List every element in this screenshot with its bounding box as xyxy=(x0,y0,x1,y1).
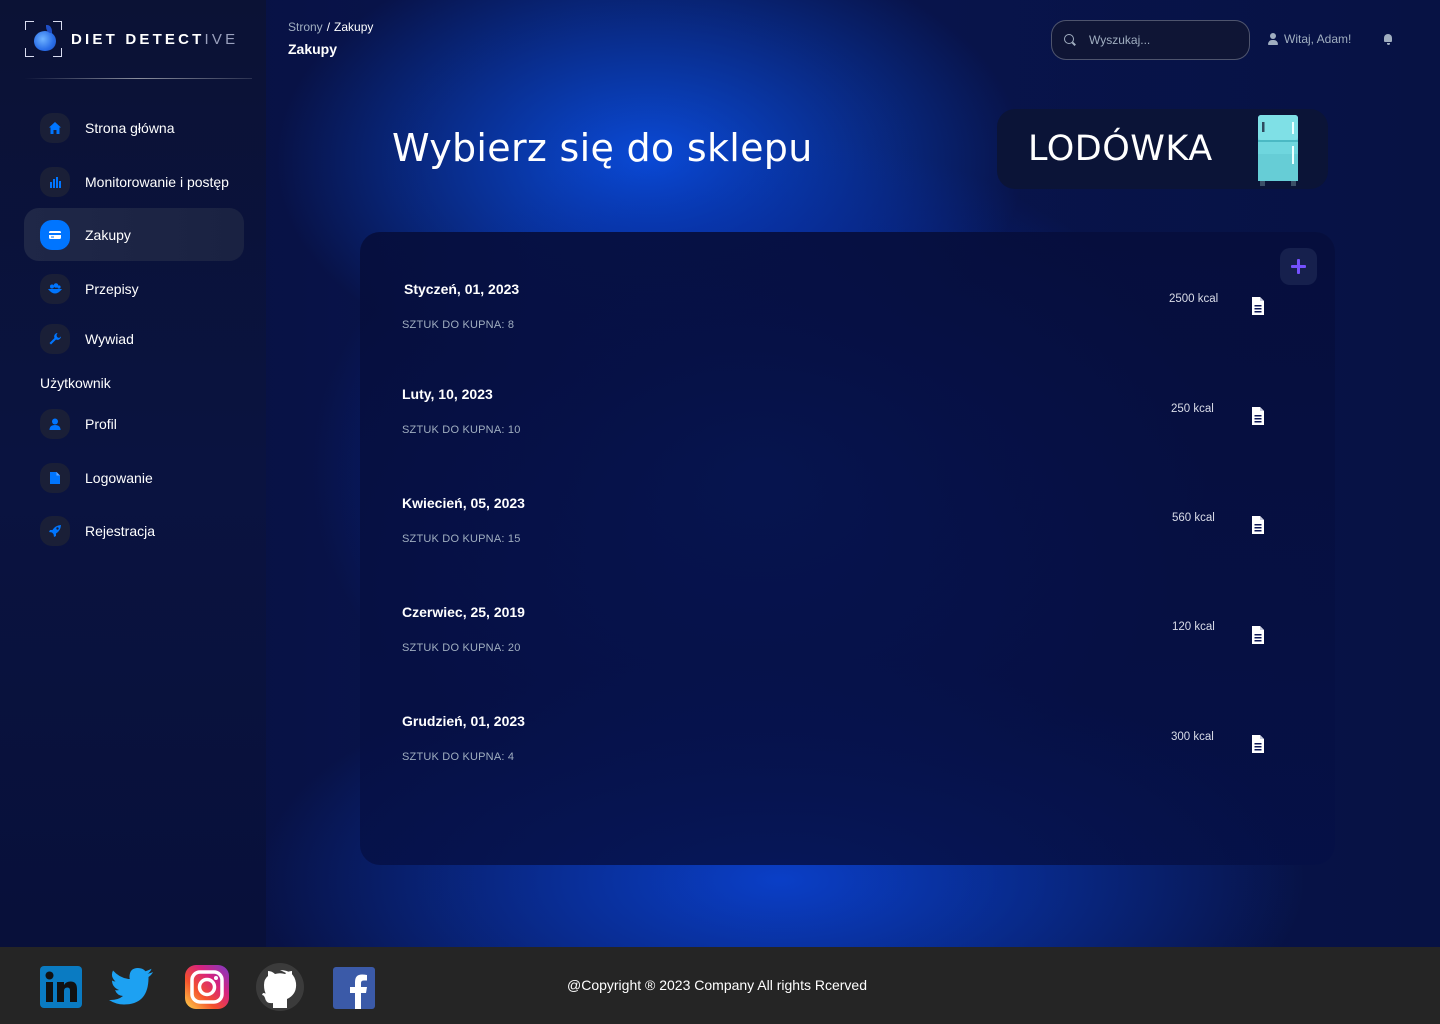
list-item-date: Grudzień, 01, 2023 xyxy=(402,713,525,729)
list-item[interactable]: Kwiecień, 05, 2023 SZTUK DO KUPNA: 15 56… xyxy=(402,495,1282,575)
sidebar-item-register[interactable]: Rejestracja xyxy=(24,504,244,557)
apple-logo-icon xyxy=(24,20,63,58)
facebook-icon[interactable] xyxy=(329,963,377,1011)
sidebar-item-home[interactable]: Strona główna xyxy=(24,101,244,154)
sidebar-item-profile[interactable]: Profil xyxy=(24,397,244,450)
linkedin-icon[interactable] xyxy=(37,963,85,1011)
copyright-text: @Copyright ® 2023 Company All rights Rce… xyxy=(567,977,867,993)
list-item-count: SZTUK DO KUPNA: 8 xyxy=(402,319,515,331)
home-icon xyxy=(40,112,70,143)
list-item-kcal: 300 kcal xyxy=(1171,731,1214,743)
sidebar-item-label: Zakupy xyxy=(85,226,131,243)
add-list-button[interactable] xyxy=(1280,248,1317,285)
credit-card-icon xyxy=(40,219,70,250)
sidebar-item-shopping[interactable]: Zakupy xyxy=(24,208,244,261)
brand-name-bold: DIET DETECT xyxy=(71,30,205,48)
sidebar-item-label: Przepisy xyxy=(85,280,139,297)
file-document-icon[interactable] xyxy=(1251,734,1265,754)
list-item-date: Czerwiec, 25, 2019 xyxy=(402,604,525,620)
brand-name: DIET DETECTIVE xyxy=(71,31,238,48)
list-item[interactable]: Styczeń, 01, 2023 SZTUK DO KUPNA: 8 2500… xyxy=(402,281,1282,361)
list-item[interactable]: Grudzień, 01, 2023 SZTUK DO KUPNA: 4 300… xyxy=(402,713,1282,793)
person-icon xyxy=(40,408,70,439)
sidebar-item-recipes[interactable]: Przepisy xyxy=(24,262,244,315)
chart-icon xyxy=(40,166,70,197)
search-input[interactable] xyxy=(1089,33,1239,47)
breadcrumb-current: Zakupy xyxy=(334,20,374,34)
sidebar-item-label: Strona główna xyxy=(85,119,175,136)
fridge-icon xyxy=(1258,115,1298,186)
sidebar-item-label: Wywiad xyxy=(85,330,134,347)
list-item[interactable]: Luty, 10, 2023 SZTUK DO KUPNA: 10 250 kc… xyxy=(402,386,1282,466)
breadcrumb: Strony / Zakupy xyxy=(288,20,373,34)
recipes-icon xyxy=(40,273,70,304)
list-item-date: Luty, 10, 2023 xyxy=(402,386,493,402)
sidebar-divider xyxy=(24,78,252,79)
search-icon xyxy=(1064,34,1076,46)
notifications-bell-icon[interactable] xyxy=(1383,34,1393,46)
github-icon[interactable] xyxy=(255,962,305,1012)
file-document-icon[interactable] xyxy=(1251,625,1265,645)
sidebar-item-monitoring[interactable]: Monitorowanie i postęp xyxy=(24,155,244,208)
footer: @Copyright ® 2023 Company All rights Rce… xyxy=(0,947,1440,1024)
sidebar-item-interview[interactable]: Wywiad xyxy=(24,312,244,365)
list-item-kcal: 560 kcal xyxy=(1172,512,1215,524)
rocket-icon xyxy=(40,515,70,546)
list-item-count: SZTUK DO KUPNA: 20 xyxy=(402,642,521,654)
list-item-count: SZTUK DO KUPNA: 4 xyxy=(402,751,515,763)
file-document-icon[interactable] xyxy=(1251,406,1265,426)
file-document-icon[interactable] xyxy=(1251,515,1265,535)
wrench-icon xyxy=(40,323,70,354)
page-title: Zakupy xyxy=(288,41,338,57)
twitter-icon[interactable] xyxy=(107,963,155,1011)
list-item-date: Styczeń, 01, 2023 xyxy=(404,281,520,297)
list-item[interactable]: Czerwiec, 25, 2019 SZTUK DO KUPNA: 20 12… xyxy=(402,604,1282,684)
instagram-icon[interactable] xyxy=(183,963,231,1011)
list-item-kcal: 120 kcal xyxy=(1172,621,1215,633)
list-item-kcal: 2500 kcal xyxy=(1169,293,1219,305)
search-box[interactable] xyxy=(1051,20,1250,60)
greeting-text: Witaj, Adam! xyxy=(1284,32,1352,46)
sidebar-item-login[interactable]: Logowanie xyxy=(24,451,244,504)
breadcrumb-root[interactable]: Strony xyxy=(288,20,323,34)
list-item-date: Kwiecień, 05, 2023 xyxy=(402,495,525,511)
document-icon xyxy=(40,462,70,493)
list-item-kcal: 250 kcal xyxy=(1171,403,1214,415)
shopping-lists-card: Styczeń, 01, 2023 SZTUK DO KUPNA: 8 2500… xyxy=(360,232,1335,865)
sidebar-item-label: Monitorowanie i postęp xyxy=(85,173,229,190)
brand-name-fade: IVE xyxy=(204,30,239,48)
user-greeting[interactable]: Witaj, Adam! xyxy=(1268,32,1351,46)
file-document-icon[interactable] xyxy=(1251,296,1265,316)
sidebar: DIET DETECTIVE Strona główna Monitorowan… xyxy=(0,0,266,947)
fridge-label: LODÓWKA xyxy=(1028,129,1213,169)
user-icon xyxy=(1268,33,1278,45)
fridge-button[interactable]: LODÓWKA xyxy=(997,109,1328,189)
list-item-count: SZTUK DO KUPNA: 10 xyxy=(402,424,521,436)
list-item-count: SZTUK DO KUPNA: 15 xyxy=(402,533,521,545)
sidebar-section-title: Użytkownik xyxy=(40,375,111,391)
hero-title: Wybierz się do sklepu xyxy=(392,126,813,170)
sidebar-item-label: Profil xyxy=(85,415,117,432)
sidebar-item-label: Rejestracja xyxy=(85,522,156,539)
sidebar-item-label: Logowanie xyxy=(85,469,153,486)
logo[interactable]: DIET DETECTIVE xyxy=(24,20,238,58)
breadcrumb-separator: / xyxy=(326,20,331,34)
